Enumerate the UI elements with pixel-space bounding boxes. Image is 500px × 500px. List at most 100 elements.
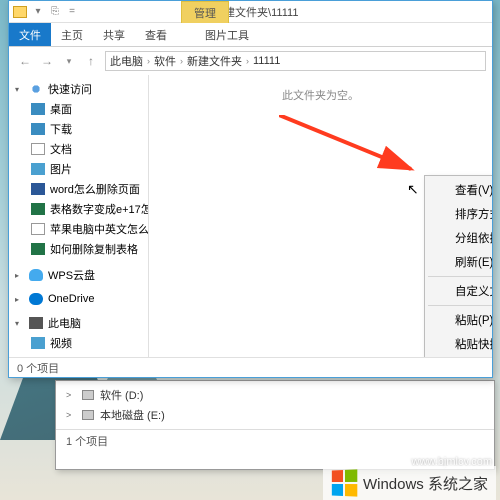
drive-label: 软件 (D:) xyxy=(100,387,143,403)
breadcrumb-segment[interactable]: 软件 xyxy=(154,53,176,69)
word-icon xyxy=(31,183,45,195)
sidebar-this-pc[interactable]: ▾ 此电脑 xyxy=(9,313,148,333)
breadcrumb-segment[interactable]: 新建文件夹 xyxy=(187,53,242,69)
watermark-brand: Windows xyxy=(363,476,424,493)
ctx-sort[interactable]: 排序方式(O)▶ xyxy=(427,202,492,226)
sidebar-wps-cloud[interactable]: ▸ WPS云盘 xyxy=(9,265,148,285)
ctx-undo-delete[interactable]: 撤消 删除(U)Ctrl+Z xyxy=(427,356,492,357)
chevron-right-icon: > xyxy=(66,390,76,400)
drive-icon xyxy=(82,390,94,400)
sidebar-item-label: word怎么删除页面 xyxy=(50,181,140,197)
sidebar-item-label: 桌面 xyxy=(50,101,72,117)
chevron-right-icon: › xyxy=(147,56,150,66)
desktop-icon xyxy=(31,103,45,115)
sidebar-item-label: OneDrive xyxy=(48,293,94,305)
sidebar-quick-access[interactable]: ▾ 快速访问 xyxy=(9,79,148,99)
empty-folder-text: 此文件夹为空。 xyxy=(149,87,492,103)
menu-separator xyxy=(428,276,492,277)
sidebar-item-recent[interactable]: 如何删除复制表格 xyxy=(9,239,148,259)
chevron-right-icon: › xyxy=(246,56,249,66)
nav-up-button[interactable]: ↑ xyxy=(81,51,101,71)
ctx-group[interactable]: 分组依据(P)▶ xyxy=(427,226,492,250)
pictures-icon xyxy=(31,163,45,175)
navigation-pane[interactable]: ▾ 快速访问 桌面 下载 文档 图片 word怎么删除页面 表格数字变成e+17怎… xyxy=(9,75,149,357)
ctx-view[interactable]: 查看(V)▶ xyxy=(427,178,492,202)
ribbon-tab-pictools[interactable]: 图片工具 xyxy=(195,23,259,46)
chevron-right-icon: ▸ xyxy=(15,271,24,280)
sidebar-item-documents[interactable]: 文档 xyxy=(9,139,148,159)
excel-icon xyxy=(31,243,45,255)
qat-button[interactable]: ⎘ xyxy=(48,5,62,19)
watermark-suffix: 系统之家 xyxy=(428,476,488,493)
qat-button[interactable]: = xyxy=(65,5,79,19)
ctx-paste-shortcut[interactable]: 粘贴快捷方式(S) xyxy=(427,332,492,356)
nav-history-button[interactable]: ▾ xyxy=(59,51,79,71)
sidebar-item-label: 文档 xyxy=(50,141,72,157)
cloud-icon xyxy=(29,269,43,281)
pc-icon xyxy=(29,317,43,329)
excel-icon xyxy=(31,203,45,215)
sidebar-item-label: 此电脑 xyxy=(48,315,81,331)
document-icon xyxy=(31,223,45,235)
breadcrumb-segment[interactable]: 11111 xyxy=(253,55,280,67)
status-bar: 0 个项目 xyxy=(9,357,492,377)
sidebar-item-label: WPS云盘 xyxy=(48,267,95,283)
sidebar-item-label: 快速访问 xyxy=(48,81,92,97)
sidebar-item-label: 苹果电脑中英文怎么... xyxy=(50,221,148,237)
sidebar-item-label: 视频 xyxy=(50,335,72,351)
qat-button[interactable]: ▾ xyxy=(31,5,45,19)
sidebar-item-recent[interactable]: 苹果电脑中英文怎么... xyxy=(9,219,148,239)
chevron-down-icon: ▾ xyxy=(15,85,24,94)
ctx-customize[interactable]: 自定义文件夹(F)... xyxy=(427,279,492,303)
ribbon-context-tab-manage[interactable]: 管理 xyxy=(181,1,229,23)
drive-item[interactable]: > 软件 (D:) xyxy=(62,385,488,405)
annotation-arrow xyxy=(279,115,424,175)
address-bar-row: ← → ▾ ↑ 此电脑 › 软件 › 新建文件夹 › 11111 xyxy=(9,47,492,75)
status-text: 1 个项目 xyxy=(56,429,494,452)
titlebar: ▾ ⎘ = D:\新建文件夹\11111 xyxy=(9,1,492,23)
sidebar-item-recent[interactable]: 表格数字变成e+17怎... xyxy=(9,199,148,219)
ribbon-tab-share[interactable]: 共享 xyxy=(93,23,135,46)
chevron-down-icon: ▾ xyxy=(15,319,24,328)
drive-item[interactable]: > 本地磁盘 (E:) xyxy=(62,405,488,425)
sidebar-onedrive[interactable]: ▸ OneDrive xyxy=(9,291,148,307)
sidebar-item-desktop[interactable]: 桌面 xyxy=(9,99,148,119)
breadcrumb-segment[interactable]: 此电脑 xyxy=(110,53,143,69)
videos-icon xyxy=(31,337,45,349)
ctx-refresh[interactable]: 刷新(E) xyxy=(427,250,492,274)
chevron-right-icon: > xyxy=(66,410,76,420)
watermark: Windows 系统之家 xyxy=(323,466,496,500)
item-count: 0 个项目 xyxy=(17,360,59,376)
breadcrumb[interactable]: 此电脑 › 软件 › 新建文件夹 › 11111 xyxy=(105,51,486,71)
sidebar-item-recent[interactable]: word怎么删除页面 xyxy=(9,179,148,199)
sidebar-item-label: 图片 xyxy=(50,161,72,177)
folder-content-area[interactable]: 此文件夹为空。 ↖ 查看(V)▶ 排序方式(O)▶ 分组依据(P)▶ 刷新(E)… xyxy=(149,75,492,357)
menu-separator xyxy=(428,305,492,306)
sidebar-item-downloads[interactable]: 下载 xyxy=(9,119,148,139)
ribbon-tab-view[interactable]: 查看 xyxy=(135,23,177,46)
sidebar-item-label: 表格数字变成e+17怎... xyxy=(50,201,148,217)
nav-back-button[interactable]: ← xyxy=(15,51,35,71)
drive-icon xyxy=(82,410,94,420)
quick-access-toolbar: ▾ ⎘ = xyxy=(31,5,79,19)
file-explorer-window: 管理 ▾ ⎘ = D:\新建文件夹\11111 文件 主页 共享 查看 图片工具… xyxy=(8,0,493,378)
ctx-paste[interactable]: 粘贴(P) xyxy=(427,308,492,332)
chevron-right-icon: › xyxy=(180,56,183,66)
chevron-right-icon: ▸ xyxy=(15,295,24,304)
ribbon-tab-home[interactable]: 主页 xyxy=(51,23,93,46)
onedrive-icon xyxy=(29,293,43,305)
sidebar-item-pictures[interactable]: 图片 xyxy=(9,159,148,179)
star-icon xyxy=(29,83,43,95)
document-icon xyxy=(31,143,45,155)
drive-label: 本地磁盘 (E:) xyxy=(100,407,165,423)
downloads-icon xyxy=(31,123,45,135)
nav-forward-button[interactable]: → xyxy=(37,51,57,71)
sidebar-item-videos[interactable]: 视频 xyxy=(9,333,148,353)
context-menu: 查看(V)▶ 排序方式(O)▶ 分组依据(P)▶ 刷新(E) 自定义文件夹(F)… xyxy=(424,175,492,357)
sidebar-item-label: 下载 xyxy=(50,121,72,137)
ribbon-tabs: 文件 主页 共享 查看 图片工具 xyxy=(9,23,492,47)
windows-logo-icon xyxy=(332,469,357,496)
sidebar-item-label: 如何删除复制表格 xyxy=(50,241,138,257)
ribbon-tab-file[interactable]: 文件 xyxy=(9,23,51,46)
folder-icon xyxy=(13,6,27,18)
